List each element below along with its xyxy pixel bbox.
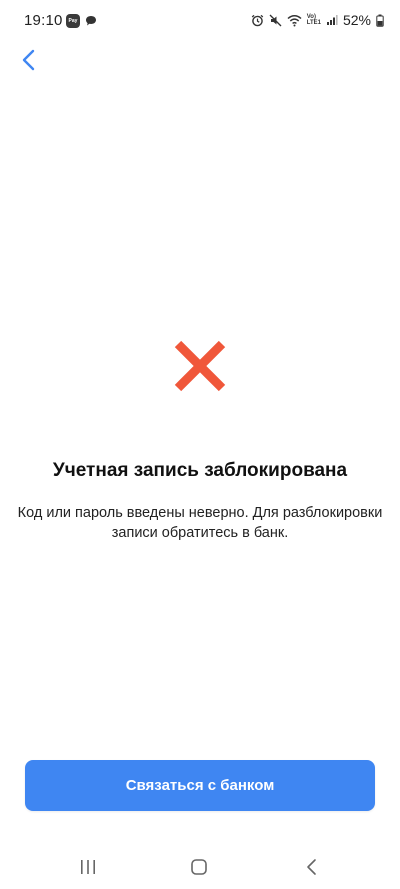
back-button[interactable] xyxy=(14,46,42,74)
alarm-icon xyxy=(251,14,263,26)
status-time: 19:10 xyxy=(24,12,63,29)
error-message: Код или пароль введены неверно. Для разб… xyxy=(17,505,383,541)
battery-percent: 52% xyxy=(342,12,371,28)
wifi-icon xyxy=(287,14,302,26)
navigation-bar xyxy=(0,845,400,889)
mute-icon xyxy=(269,14,282,26)
cross-icon xyxy=(174,340,226,392)
status-system-icons: Vo) LTE1 52% xyxy=(251,12,384,28)
status-bar: 19:10 Pay Vo) LTE1 52% xyxy=(0,0,400,44)
contact-bank-button[interactable]: Связаться с банком xyxy=(25,760,375,811)
chevron-left-icon xyxy=(22,49,35,71)
message-icon xyxy=(86,16,96,26)
battery-icon xyxy=(376,14,384,27)
back-icon[interactable] xyxy=(304,857,320,877)
network-type: Vo) LTE1 xyxy=(306,14,321,26)
account-blocked-screen: 19:10 Pay Vo) LTE1 52% Учетная запись за… xyxy=(0,0,400,889)
page-title: Учетная запись заблокирована xyxy=(52,460,348,481)
pay-icon: Pay xyxy=(66,14,80,28)
recents-icon[interactable] xyxy=(78,857,98,877)
status-notification-icons: Pay xyxy=(66,14,97,28)
signal-icon xyxy=(326,15,338,25)
home-icon[interactable] xyxy=(189,857,209,877)
